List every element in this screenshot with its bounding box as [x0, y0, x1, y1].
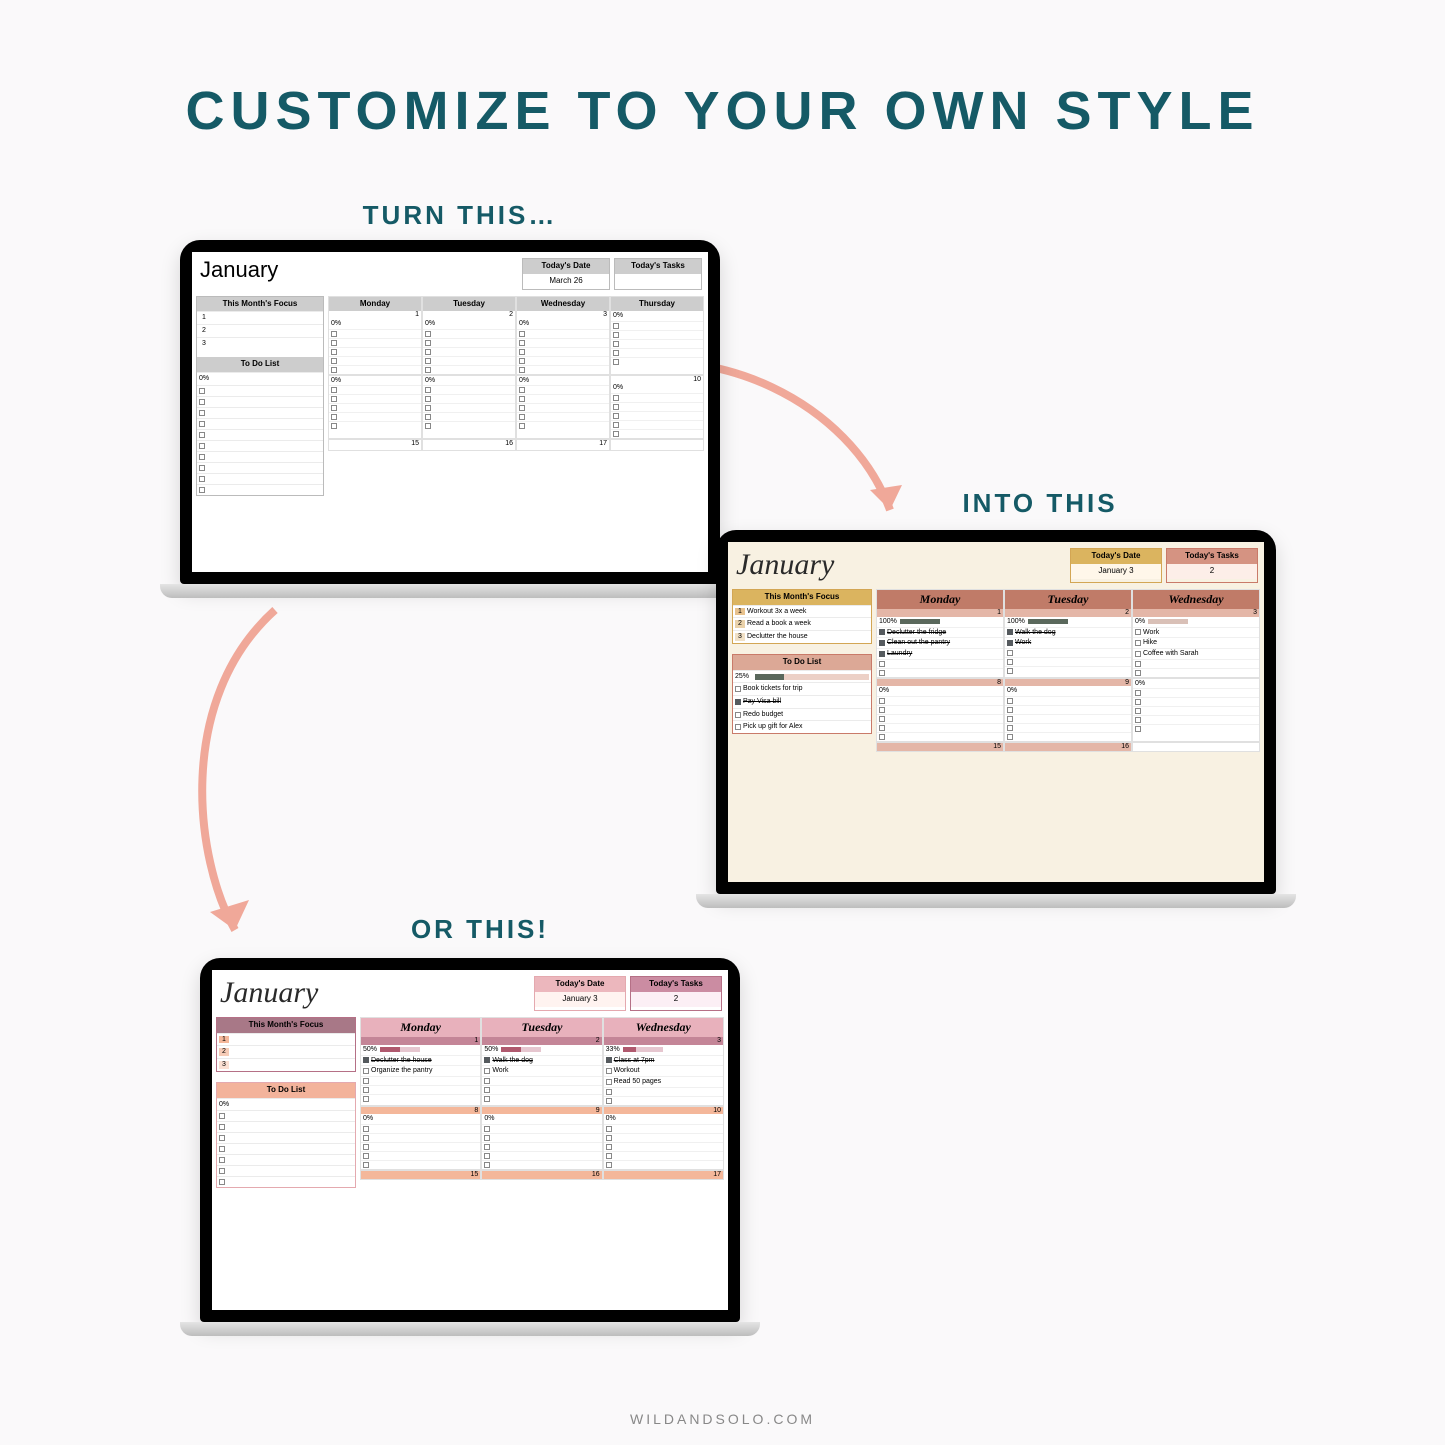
checkbox-icon[interactable] — [1135, 640, 1141, 646]
todays-tasks-label: Today's Tasks — [1167, 549, 1257, 564]
task-row: Work — [482, 1065, 601, 1076]
todo-label: To Do List — [197, 357, 323, 372]
todays-date-value: March 26 — [523, 274, 609, 289]
checkbox-icon[interactable] — [363, 1068, 369, 1074]
arrow-or-this — [155, 600, 375, 970]
main-title: CUSTOMIZE TO YOUR OWN STYLE — [0, 0, 1445, 142]
task-row: Read 50 pages — [604, 1076, 723, 1087]
day-header: Monday — [877, 590, 1003, 609]
focus-label: This Month's Focus — [217, 1018, 355, 1033]
laptop-into-this: January Today's Date January 3 Today's T… — [716, 530, 1276, 908]
checkbox-icon[interactable] — [879, 640, 885, 646]
checkbox-icon[interactable] — [735, 712, 741, 718]
label-or-this: OR THIS! — [330, 914, 630, 945]
checkbox-icon[interactable] — [735, 724, 741, 730]
focus-panel: This Month's Focus 1 2 3 To Do List 0% — [196, 296, 324, 496]
month-title: January — [728, 542, 928, 583]
task-row: Organize the pantry — [361, 1065, 480, 1076]
todays-tasks-value — [615, 274, 701, 280]
checkbox-icon[interactable] — [363, 1057, 369, 1063]
month-title: January — [192, 252, 392, 290]
day-header: Tuesday — [1005, 590, 1131, 609]
task-row: Hike — [1133, 637, 1259, 648]
todays-tasks-value: 2 — [1167, 564, 1257, 579]
task-row: Walk the dog — [1005, 627, 1131, 638]
todays-date-label: Today's Date — [523, 259, 609, 274]
todays-date-value: January 3 — [535, 992, 625, 1007]
task-row: Clean out the pantry — [877, 637, 1003, 648]
todo-pct: 0% — [219, 1101, 229, 1109]
focus-label: This Month's Focus — [197, 297, 323, 312]
task-row: Workout — [604, 1065, 723, 1076]
laptop-before: January Today's Date March 26 Today's Ta… — [180, 240, 720, 598]
calendar-grid: Monday150%Declutter the houseOrganize th… — [360, 1017, 724, 1188]
checkbox-icon[interactable] — [1007, 629, 1013, 635]
focus-item: Workout 3x a week — [747, 608, 806, 616]
day-header: Thursday — [611, 297, 703, 312]
todays-tasks-value: 2 — [631, 992, 721, 1007]
task-row: Walk the dog — [482, 1055, 601, 1066]
focus-label: This Month's Focus — [733, 590, 871, 605]
todays-tasks-label: Today's Tasks — [615, 259, 701, 274]
calendar-grid: Monday10% Tuesday20% Wednesday30% Thursd… — [328, 296, 704, 496]
label-turn-this: TURN THIS… — [260, 200, 660, 231]
day-header: Wednesday — [517, 297, 609, 312]
task-row: Work — [1133, 627, 1259, 638]
task-row: Declutter the fridge — [877, 627, 1003, 638]
todo-label: To Do List — [733, 655, 871, 670]
laptop-or-this: January Today's Date January 3 Today's T… — [200, 958, 740, 1336]
day-header: Tuesday — [423, 297, 515, 312]
day-header: Monday — [329, 297, 421, 312]
task-row: Laundry — [877, 648, 1003, 659]
checkbox-icon[interactable] — [1007, 640, 1013, 646]
task-row: Declutter the house — [361, 1055, 480, 1066]
day-header: Monday — [361, 1018, 480, 1037]
focus-panel: This Month's Focus 1 2 3 To Do List 0% — [216, 1017, 356, 1188]
todays-date-label: Today's Date — [1071, 549, 1161, 564]
checkbox-icon[interactable] — [735, 686, 741, 692]
task-row: Class at 7pm — [604, 1055, 723, 1066]
calendar-grid: Monday1100%Declutter the fridgeClean out… — [876, 589, 1260, 752]
checkbox-icon[interactable] — [606, 1057, 612, 1063]
day-header: Wednesday — [1133, 590, 1259, 609]
todo-pct: 0% — [199, 375, 209, 383]
checkbox-icon[interactable] — [879, 629, 885, 635]
task-row: Coffee with Sarah — [1133, 648, 1259, 659]
checkbox-icon[interactable] — [1135, 651, 1141, 657]
day-header: Tuesday — [482, 1018, 601, 1037]
checkbox-icon[interactable] — [484, 1057, 490, 1063]
task-row: Work — [1005, 637, 1131, 648]
todo-label: To Do List — [217, 1083, 355, 1098]
month-title: January — [212, 970, 412, 1011]
checkbox-icon[interactable] — [606, 1068, 612, 1074]
focus-item: Declutter the house — [747, 633, 808, 641]
footer-credit: WILDANDSOLO.COM — [0, 1411, 1445, 1427]
todo-pct: 25% — [735, 673, 749, 681]
checkbox-icon[interactable] — [606, 1079, 612, 1085]
checkbox-icon[interactable] — [735, 699, 741, 705]
checkbox-icon[interactable] — [879, 651, 885, 657]
todays-date-value: January 3 — [1071, 564, 1161, 579]
checkbox-icon[interactable] — [484, 1068, 490, 1074]
todays-date-label: Today's Date — [535, 977, 625, 992]
checkbox-icon[interactable] — [1135, 629, 1141, 635]
focus-panel: This Month's Focus 1Workout 3x a week 2R… — [732, 589, 872, 752]
todays-tasks-label: Today's Tasks — [631, 977, 721, 992]
day-header: Wednesday — [604, 1018, 723, 1037]
focus-item: Read a book a week — [747, 620, 811, 628]
